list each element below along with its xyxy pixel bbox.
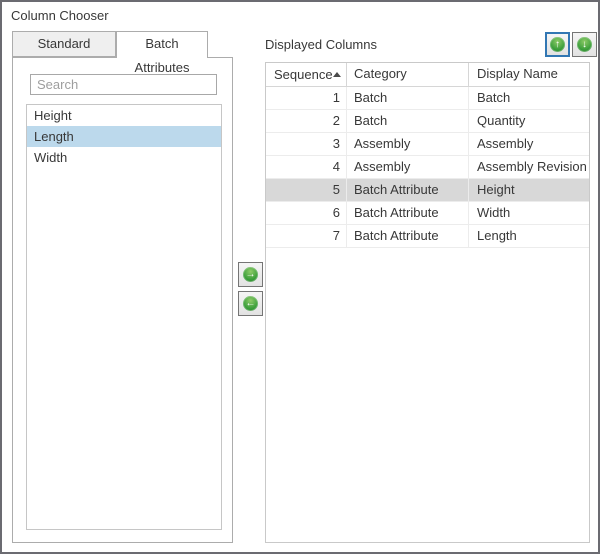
arrow-down-icon: ↓ bbox=[577, 37, 592, 52]
category-cell: Assembly bbox=[347, 156, 469, 178]
arrow-up-icon: ↑ bbox=[550, 37, 565, 52]
tab-batch-attributes[interactable]: Batch Attributes bbox=[116, 31, 208, 58]
add-column-button[interactable]: → bbox=[238, 262, 263, 287]
displayed-columns-table: Sequence Category Display Name 1 Batch B… bbox=[265, 62, 590, 543]
sequence-cell: 5 bbox=[266, 179, 347, 201]
sequence-cell: 2 bbox=[266, 110, 347, 132]
window-title: Column Chooser bbox=[11, 8, 109, 23]
sequence-cell: 3 bbox=[266, 133, 347, 155]
move-down-button[interactable]: ↓ bbox=[572, 32, 597, 57]
column-header-category[interactable]: Category bbox=[347, 63, 469, 86]
category-cell: Batch bbox=[347, 87, 469, 109]
display-name-cell: Height bbox=[469, 179, 589, 201]
list-item-width[interactable]: Width bbox=[27, 147, 221, 168]
display-name-cell: Quantity bbox=[469, 110, 589, 132]
list-item-height[interactable]: Height bbox=[27, 105, 221, 126]
search-input[interactable] bbox=[30, 74, 217, 95]
display-name-cell: Assembly bbox=[469, 133, 589, 155]
column-header-display-name[interactable]: Display Name bbox=[469, 63, 589, 86]
list-item-length[interactable]: Length bbox=[27, 126, 221, 147]
category-cell: Batch Attribute bbox=[347, 202, 469, 224]
sequence-cell: 4 bbox=[266, 156, 347, 178]
table-header: Sequence Category Display Name bbox=[266, 63, 589, 87]
attribute-list: Height Length Width bbox=[26, 104, 222, 530]
arrow-right-icon: → bbox=[243, 267, 258, 282]
column-header-sequence-label: Sequence bbox=[274, 64, 333, 86]
table-row[interactable]: 5 Batch Attribute Height bbox=[266, 179, 589, 202]
display-name-cell: Width bbox=[469, 202, 589, 224]
table-row[interactable]: 1 Batch Batch bbox=[266, 87, 589, 110]
displayed-columns-title: Displayed Columns bbox=[265, 37, 377, 52]
table-row[interactable]: 3 Assembly Assembly bbox=[266, 133, 589, 156]
category-cell: Batch bbox=[347, 110, 469, 132]
category-cell: Batch Attribute bbox=[347, 179, 469, 201]
category-cell: Assembly bbox=[347, 133, 469, 155]
table-row[interactable]: 2 Batch Quantity bbox=[266, 110, 589, 133]
sequence-cell: 6 bbox=[266, 202, 347, 224]
tab-standard-columns[interactable]: Standard Columns bbox=[12, 31, 116, 57]
display-name-cell: Length bbox=[469, 225, 589, 247]
remove-column-button[interactable]: ← bbox=[238, 291, 263, 316]
arrow-left-icon: ← bbox=[243, 296, 258, 311]
table-row[interactable]: 6 Batch Attribute Width bbox=[266, 202, 589, 225]
column-header-sequence[interactable]: Sequence bbox=[266, 63, 347, 86]
table-row[interactable]: 7 Batch Attribute Length bbox=[266, 225, 589, 248]
display-name-cell: Batch bbox=[469, 87, 589, 109]
move-up-button[interactable]: ↑ bbox=[545, 32, 570, 57]
sequence-cell: 1 bbox=[266, 87, 347, 109]
display-name-cell: Assembly Revision bbox=[469, 156, 589, 178]
sequence-cell: 7 bbox=[266, 225, 347, 247]
sort-ascending-icon bbox=[333, 72, 341, 77]
category-cell: Batch Attribute bbox=[347, 225, 469, 247]
table-row[interactable]: 4 Assembly Assembly Revision bbox=[266, 156, 589, 179]
